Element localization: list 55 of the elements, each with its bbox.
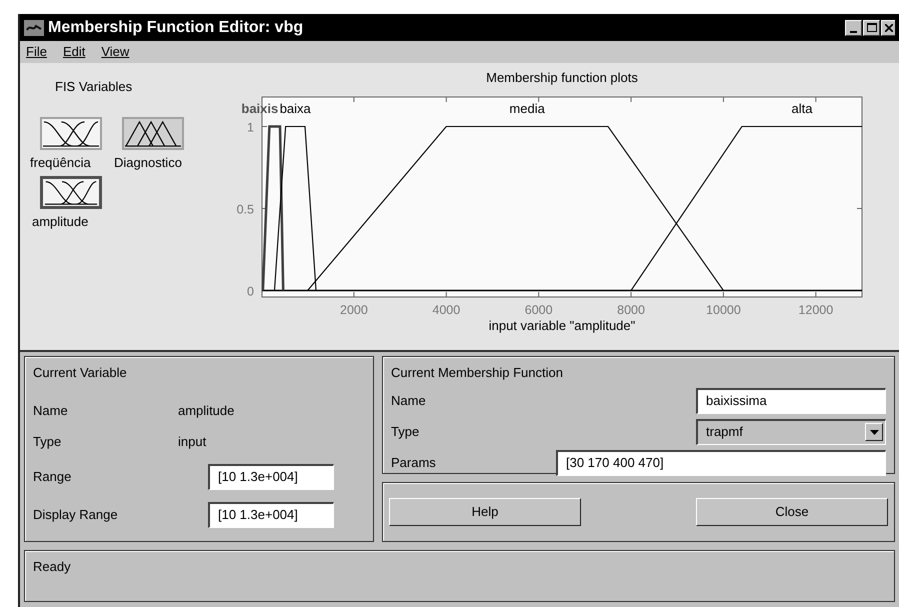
field-label: Params — [391, 454, 436, 472]
field-label: Type — [391, 422, 420, 441]
tick-label: 6000 — [524, 303, 553, 317]
tick-label: 10000 — [706, 303, 741, 317]
curve-label: alta — [791, 101, 812, 116]
variable-label: freqüência — [30, 154, 91, 172]
x-axis-label: input variable "amplitude" — [488, 318, 636, 333]
membership-curve[interactable] — [274, 126, 317, 290]
variable-type: input — [178, 433, 208, 451]
variable-icon[interactable] — [122, 116, 184, 150]
text-field[interactable]: [30 170 400 470] — [556, 450, 886, 476]
curves-icon — [43, 179, 99, 206]
section-title: FIS Variables — [55, 78, 134, 96]
panel-title: Current Variable — [33, 364, 128, 382]
triangles-icon — [124, 118, 182, 148]
tick-label: 2000 — [340, 303, 368, 317]
variable-icon[interactable] — [40, 116, 102, 150]
tick-label: 4000 — [432, 303, 460, 317]
text-field[interactable]: [10 1.3e+004] — [208, 464, 334, 490]
membership-curve[interactable] — [262, 125, 284, 290]
chart-title: Membership function plots — [486, 70, 638, 85]
tick-label: 12000 — [798, 303, 834, 317]
field-label: Display Range — [33, 506, 119, 524]
tick-label: 0 — [247, 284, 254, 298]
menu-item[interactable]: Edit — [62, 42, 86, 62]
dialog-button[interactable]: Close — [696, 498, 888, 526]
variable-icon[interactable] — [40, 176, 102, 209]
dialog-button[interactable]: Help — [389, 498, 581, 526]
text-field[interactable]: [10 1.3e+004] — [208, 502, 334, 528]
field-label: Name — [33, 402, 69, 420]
type-dropdown[interactable]: trapmf — [696, 418, 886, 444]
field-label: Name — [391, 392, 426, 410]
window-title: Membership Function Editor: vbg — [48, 18, 304, 38]
variable-label: amplitude — [32, 213, 88, 231]
field-label: Range — [33, 468, 72, 486]
curve-label: baixa — [280, 101, 311, 116]
tick-label: 1 — [247, 120, 254, 134]
app-icon — [24, 20, 44, 36]
curve-label: media — [509, 101, 545, 116]
variable-name: amplitude — [178, 402, 236, 420]
menu-item[interactable]: View — [101, 42, 130, 62]
panel-title: Current Membership Function — [391, 364, 564, 382]
dropdown-arrow-icon — [870, 430, 878, 434]
close-icon — [884, 24, 892, 32]
field-label: Type — [33, 433, 62, 451]
tick-label: 8000 — [617, 303, 645, 317]
text-field[interactable]: baixissima — [696, 388, 886, 414]
close-button[interactable] — [881, 20, 895, 36]
curves-icon — [42, 118, 100, 148]
variable-label: Diagnostico — [114, 154, 182, 172]
tick-label: 0.5 — [236, 202, 254, 216]
maximize-button[interactable] — [863, 20, 880, 36]
minimize-button[interactable] — [845, 20, 862, 36]
menu-item[interactable]: File — [26, 42, 47, 62]
status-bar: Ready — [24, 550, 895, 602]
